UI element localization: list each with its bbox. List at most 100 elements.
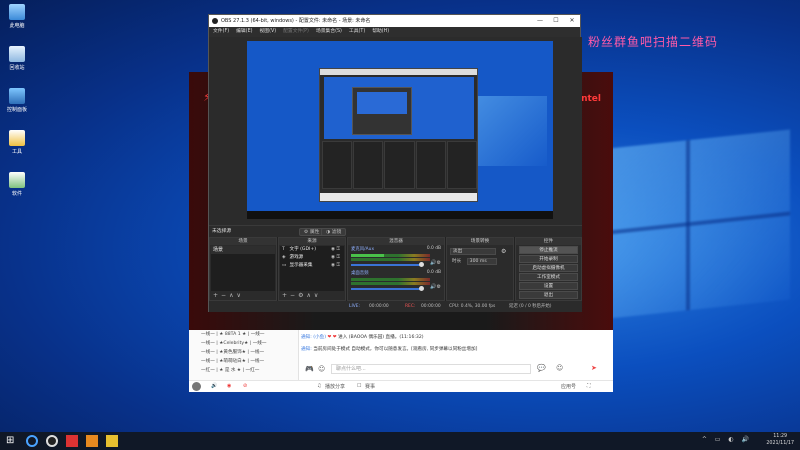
list-item[interactable]: 一线一 | ★Celebrity★ | 一线一 <box>189 339 298 348</box>
desktop-icon-tools[interactable]: 工具 <box>4 130 30 155</box>
add-scene-button[interactable]: + <box>213 292 221 299</box>
transition-select[interactable]: 淡出 <box>450 248 496 255</box>
scenes-footer: +−∧∨ <box>210 291 276 300</box>
dropped-frames: 延迟 (0 / 0 秒后开始) <box>509 304 552 309</box>
channel-name: 桌面音频 <box>351 271 369 276</box>
orange-app-icon[interactable] <box>86 435 98 447</box>
software-icon <box>9 172 25 188</box>
remove-scene-button[interactable]: − <box>221 292 229 299</box>
scene-item[interactable]: 场景 <box>211 246 275 254</box>
move-source-up-button[interactable]: ∧ <box>306 292 313 299</box>
message-prefix: 通知: <box>301 335 312 340</box>
desktop-icon-computer[interactable]: 此电脑 <box>4 4 30 29</box>
message-prefix: 通知: <box>301 347 312 352</box>
emoji-icon[interactable]: ☺ <box>318 365 325 373</box>
list-item[interactable]: 一红一 | ★ 是 水 ★ | 一红一 <box>189 366 298 375</box>
obs-preview[interactable] <box>247 41 553 211</box>
desktop-icon-software[interactable]: 软件 <box>4 172 30 197</box>
obs-window: OBS 27.1.3 (64-bit, windows) - 配置文件: 未命名… <box>208 14 582 312</box>
menu-view[interactable]: 视图(V) <box>259 27 276 37</box>
exit-button[interactable]: 退出 <box>519 291 578 299</box>
live-app-icon[interactable] <box>66 435 78 447</box>
close-button[interactable]: ✕ <box>564 15 580 27</box>
desktop-icon-control-panel[interactable]: 控制面板 <box>4 88 30 113</box>
fullscreen-icon[interactable]: ⛶ <box>587 383 591 389</box>
chat-message: 通知: (小鱼) ❤ ❤ 进入 (BAOOA 偶乐园) 直播。(11:16:32… <box>301 332 611 344</box>
obs-icon[interactable] <box>46 435 58 447</box>
minimize-button[interactable]: — <box>532 15 548 27</box>
remove-source-button[interactable]: − <box>290 292 298 299</box>
chat-input[interactable]: 聊点什么吧... <box>331 364 531 374</box>
filters-button[interactable]: ◑ 滤镜 <box>321 228 347 236</box>
game-icon: ◈ <box>282 255 286 260</box>
mixer-dock: 混音器 麦克风/Aux 0.0 dB 🔊⚙ 桌面音频 0.0 dB 🔊⚙ <box>347 237 445 301</box>
transition-settings-icon[interactable]: ⚙ <box>501 248 506 255</box>
sources-list: T 文字 (GDI+) ◉ ⚿ ◈ 游戏源 ◉ ⚿ ▭ 显示器采集 ◉ ⚿ <box>280 246 344 291</box>
list-item[interactable]: 一线一 | ★萌萌哒白★ | 一线一 <box>189 357 298 366</box>
volume-slider[interactable] <box>351 286 424 291</box>
clock[interactable]: 11:29 2021/11/17 <box>766 433 794 447</box>
visibility-lock-icons[interactable]: ◉ ⚿ <box>331 254 340 262</box>
speaker-icon[interactable]: 🔊⚙ <box>430 284 441 290</box>
nested-obs-capture <box>319 68 478 202</box>
sources-dock: 来源 T 文字 (GDI+) ◉ ⚿ ◈ 游戏源 ◉ ⚿ ▭ 显示器采集 ◉ ⚿ <box>278 237 346 301</box>
smile-icon[interactable]: ☺ <box>556 364 563 372</box>
stop-streaming-button[interactable]: 停止推流 <box>519 246 578 254</box>
settings-button[interactable]: 设置 <box>519 282 578 290</box>
monitor-icon: ▭ <box>282 263 287 268</box>
desktop-icon-recycle-bin[interactable]: 回收站 <box>4 46 30 71</box>
menu-scene-collection[interactable]: 场景集合(S) <box>316 27 342 37</box>
share-icon[interactable]: ♫ <box>317 383 321 389</box>
volume-icon[interactable]: 🔊 <box>211 383 217 389</box>
message-user[interactable]: (小鱼) <box>313 335 326 340</box>
nested-dock <box>446 141 478 189</box>
move-source-down-button[interactable]: ∨ <box>314 292 321 299</box>
list-item[interactable]: 一线一 | ★ 88TA 1 ★ | 一线一 <box>189 330 298 339</box>
obs-title-bar[interactable]: OBS 27.1.3 (64-bit, windows) - 配置文件: 未命名… <box>209 15 580 27</box>
menu-file[interactable]: 文件(F) <box>213 27 229 37</box>
share-label[interactable]: 播放分享 <box>325 383 345 390</box>
gift-box-icon[interactable]: ⊘ <box>243 383 247 389</box>
avatar[interactable] <box>192 382 201 391</box>
control-panel-icon <box>9 88 25 104</box>
source-item[interactable]: T 文字 (GDI+) ◉ ⚿ <box>280 246 344 254</box>
menu-help[interactable]: 帮助(H) <box>372 27 389 37</box>
sources-header: 来源 <box>279 238 345 245</box>
duration-input[interactable]: 300 ms <box>466 258 497 265</box>
visibility-lock-icons[interactable]: ◉ ⚿ <box>331 262 340 270</box>
nested-dock <box>353 141 384 189</box>
event-icon[interactable]: ☐ <box>357 383 361 389</box>
system-tray-icons[interactable]: ^ ▭ ◐ 🔊 <box>702 436 752 443</box>
start-virtual-camera-button[interactable]: 启动虚拟摄像机 <box>519 264 578 272</box>
nested-obs-capture-inner <box>352 87 412 135</box>
desktop-wallpaper-logo <box>590 129 790 321</box>
menu-profile[interactable]: 配置文件(P) <box>283 27 309 37</box>
event-label[interactable]: 赛事 <box>365 383 375 390</box>
search-icon[interactable] <box>26 435 38 447</box>
menu-edit[interactable]: 编辑(E) <box>236 27 252 37</box>
visibility-lock-icons[interactable]: ◉ ⚿ <box>331 246 340 254</box>
send-icon[interactable]: ➤ <box>591 364 597 372</box>
speaker-icon[interactable]: 🔊⚙ <box>430 260 441 266</box>
source-label: 显示器采集 <box>289 263 313 268</box>
studio-mode-button[interactable]: 工作室模式 <box>519 273 578 281</box>
maximize-button[interactable]: ☐ <box>548 15 564 27</box>
list-item[interactable]: 一线一 | ★黄色服饰★ | 一线一 <box>189 348 298 357</box>
fullscreen-label[interactable]: 应用号 <box>561 383 576 390</box>
volume-slider[interactable] <box>351 262 424 267</box>
gamepad-icon[interactable]: 🎮 <box>305 365 314 373</box>
menu-tools[interactable]: 工具(T) <box>349 27 365 37</box>
source-item[interactable]: ▭ 显示器采集 ◉ ⚿ <box>280 262 344 270</box>
source-item[interactable]: ◈ 游戏源 ◉ ⚿ <box>280 254 344 262</box>
level-meter <box>351 254 430 257</box>
windows-start-icon[interactable]: ⊞ <box>6 435 18 447</box>
yellow-app-icon[interactable] <box>106 435 118 447</box>
danmaku-icon[interactable]: ◉ <box>227 383 231 389</box>
rec-time: 00:00:00 <box>421 304 441 309</box>
add-source-button[interactable]: + <box>282 292 290 299</box>
live-label: LIVE: <box>349 304 360 309</box>
start-recording-button[interactable]: 开始录制 <box>519 255 578 263</box>
message-icon[interactable]: 💬 <box>537 364 546 372</box>
move-scene-down-button[interactable]: ∨ <box>236 292 243 299</box>
message-text: 当前房间处于模式 自动模式，你可以随意发言。[观看房, 同步弹幕以同粉丝增加] <box>313 347 478 352</box>
